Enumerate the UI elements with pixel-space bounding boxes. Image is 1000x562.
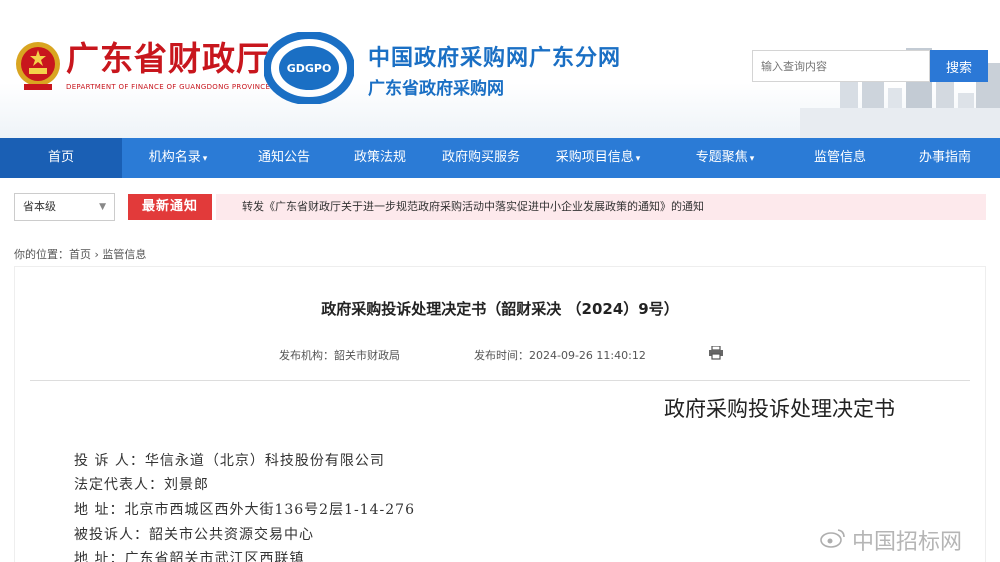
publish-time-label: 发布时间： xyxy=(474,349,529,362)
search-button[interactable]: 搜索 xyxy=(930,50,988,82)
publisher-label: 发布机构： xyxy=(279,349,334,362)
weibo-icon xyxy=(820,529,845,548)
search-input[interactable] xyxy=(752,50,930,82)
nav-item-label: 专题聚焦 xyxy=(695,150,748,165)
body-line-complainant: 投 诉 人：华信永道（北京）科技股份有限公司 xyxy=(74,453,385,469)
nav-item-projects[interactable]: 采购项目信息 ▾ xyxy=(536,138,660,178)
nav-item-label: 机构名录 xyxy=(148,150,201,165)
site-subtitle: 广东省政府采购网 xyxy=(368,79,504,99)
chevron-down-icon: ▾ xyxy=(202,154,208,164)
dept-name: 广东省财政厅 xyxy=(66,39,270,78)
chevron-down-icon: ▾ xyxy=(749,154,755,164)
chevron-down-icon: ▾ xyxy=(635,154,641,164)
site-header: 广东省财政厅 DEPARTMENT OF FINANCE OF GUANGDON… xyxy=(0,0,1000,138)
nav-item-policies[interactable]: 政策法规 xyxy=(334,138,426,178)
nav-item-label: 通知公告 xyxy=(257,150,310,165)
nav-item-label: 采购项目信息 xyxy=(555,150,634,165)
main-nav: 首页 机构名录 ▾ 通知公告 政策法规 政府购买服务 采购项目信息 ▾ 专题聚焦 ▾ … xyxy=(0,138,1000,178)
content-divider xyxy=(30,380,970,381)
nav-item-gov-services[interactable]: 政府购买服务 xyxy=(426,138,536,178)
body-line-respondent-address: 地 址：广东省韶关市武江区西联镇 xyxy=(74,551,305,562)
nav-item-supervision[interactable]: 监管信息 xyxy=(790,138,890,178)
document-heading: 政府采购投诉处理决定书 xyxy=(664,397,895,421)
nav-item-topics[interactable]: 专题聚焦 ▾ xyxy=(660,138,790,178)
national-emblem-icon xyxy=(16,42,60,90)
breadcrumb: 你的位置：首页 › 监管信息 xyxy=(14,246,146,262)
notice-link[interactable]: 转发《广东省财政厅关于进一步规范政府采购活动中落实促进中小企业发展政策的通知》的… xyxy=(242,194,704,220)
body-line-address: 地 址：北京市西城区西外大街136号2层1-14-276 xyxy=(74,502,415,518)
gdgpo-logo: GDGPO xyxy=(264,32,354,104)
nav-item-label: 政府购买服务 xyxy=(441,150,520,165)
nav-item-label: 首页 xyxy=(47,150,74,165)
nav-item-label: 政策法规 xyxy=(353,150,406,165)
site-title: 中国政府采购网广东分网 xyxy=(368,46,622,71)
level-select-value: 省本级 xyxy=(23,200,56,213)
dept-name-en: DEPARTMENT OF FINANCE OF GUANGDONG PROVI… xyxy=(66,83,271,91)
breadcrumb-separator: › xyxy=(91,248,103,261)
publish-time-meta: 发布时间：2024-09-26 11:40:12 xyxy=(474,347,646,363)
nav-item-label: 办事指南 xyxy=(918,150,971,165)
nav-item-home[interactable]: 首页 xyxy=(0,138,122,178)
body-line-legal-rep: 法定代表人：刘景郎 xyxy=(74,477,209,493)
gdgpo-logo-text: GDGPO xyxy=(287,62,332,75)
publish-time-value: 2024-09-26 11:40:12 xyxy=(529,349,646,362)
level-select[interactable]: 省本级 ▼ xyxy=(14,193,115,221)
body-line-respondent: 被投诉人：韶关市公共资源交易中心 xyxy=(74,527,314,543)
publisher-value: 韶关市财政局 xyxy=(334,349,400,362)
nav-item-guide[interactable]: 办事指南 xyxy=(890,138,1000,178)
publisher-meta: 发布机构：韶关市财政局 xyxy=(279,347,400,363)
page-title: 政府采购投诉处理决定书（韶财采决 （2024）9号） xyxy=(321,300,679,318)
watermark: 中国招标网 xyxy=(852,530,963,555)
nav-item-directory[interactable]: 机构名录 ▾ xyxy=(122,138,234,178)
breadcrumb-prefix: 你的位置： xyxy=(14,248,69,261)
nav-item-label: 监管信息 xyxy=(813,150,866,165)
latest-notice-badge: 最新通知 xyxy=(128,194,212,220)
chevron-down-icon: ▼ xyxy=(99,202,106,212)
breadcrumb-current[interactable]: 监管信息 xyxy=(102,248,146,261)
print-icon[interactable] xyxy=(708,346,724,360)
breadcrumb-home-link[interactable]: 首页 xyxy=(69,248,91,261)
nav-item-notices[interactable]: 通知公告 xyxy=(234,138,334,178)
